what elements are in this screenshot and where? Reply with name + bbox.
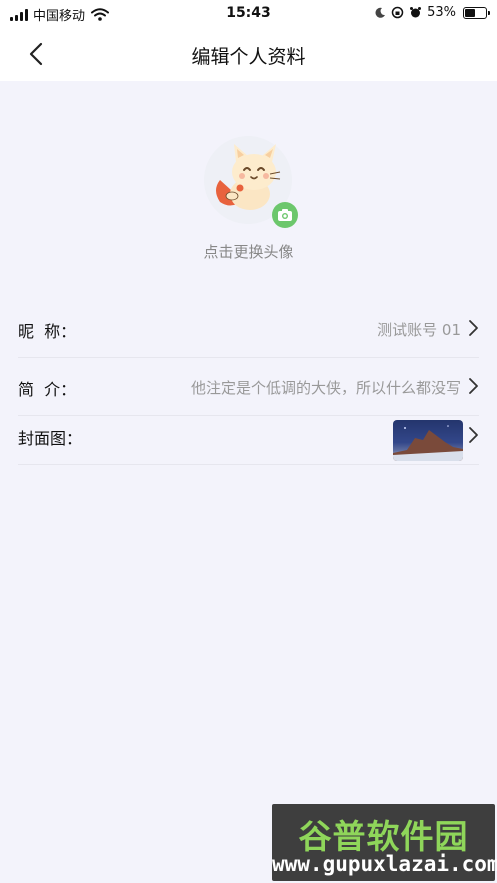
- change-avatar-hint[interactable]: 点击更换头像: [0, 241, 497, 262]
- chevron-right-icon: [469, 427, 478, 443]
- nav-bar: 编辑个人资料: [0, 26, 497, 81]
- watermark-title: 谷普软件园: [298, 817, 469, 856]
- cover-image-picture: [393, 425, 463, 461]
- rotation-lock-icon: [391, 6, 404, 19]
- battery-level: [465, 8, 476, 17]
- battery-icon: [463, 6, 490, 19]
- bio-label: 简 介：: [18, 380, 77, 399]
- chevron-right-icon: [469, 320, 478, 336]
- nickname-row[interactable]: 昵 称： 测试账号 01: [18, 300, 479, 358]
- chevron-right-icon: [469, 378, 478, 394]
- page-title: 编辑个人资料: [191, 46, 306, 68]
- cover-image-thumbnail[interactable]: [393, 420, 463, 461]
- status-bar: 中国移动 15:43 53%: [0, 0, 497, 26]
- status-right: 53%: [374, 5, 490, 20]
- cover-image-label: 封面图：: [18, 429, 83, 448]
- cover-image-row[interactable]: 封面图：: [18, 407, 479, 465]
- moon-icon: [375, 7, 386, 18]
- change-avatar-button[interactable]: [272, 202, 298, 228]
- nickname-value: 测试账号 01: [377, 321, 461, 339]
- bio-value: 他注定是个低调的大侠，所以什么都没写: [190, 379, 461, 397]
- camera-icon: [278, 209, 292, 221]
- watermark-url: www.gupuxlazai.com: [272, 852, 497, 876]
- alarm-icon: [410, 7, 422, 18]
- watermark: 谷普软件园 www.gupuxlazai.com: [272, 804, 497, 881]
- nickname-label: 昵 称：: [18, 322, 77, 341]
- battery-percent: 53%: [427, 5, 456, 20]
